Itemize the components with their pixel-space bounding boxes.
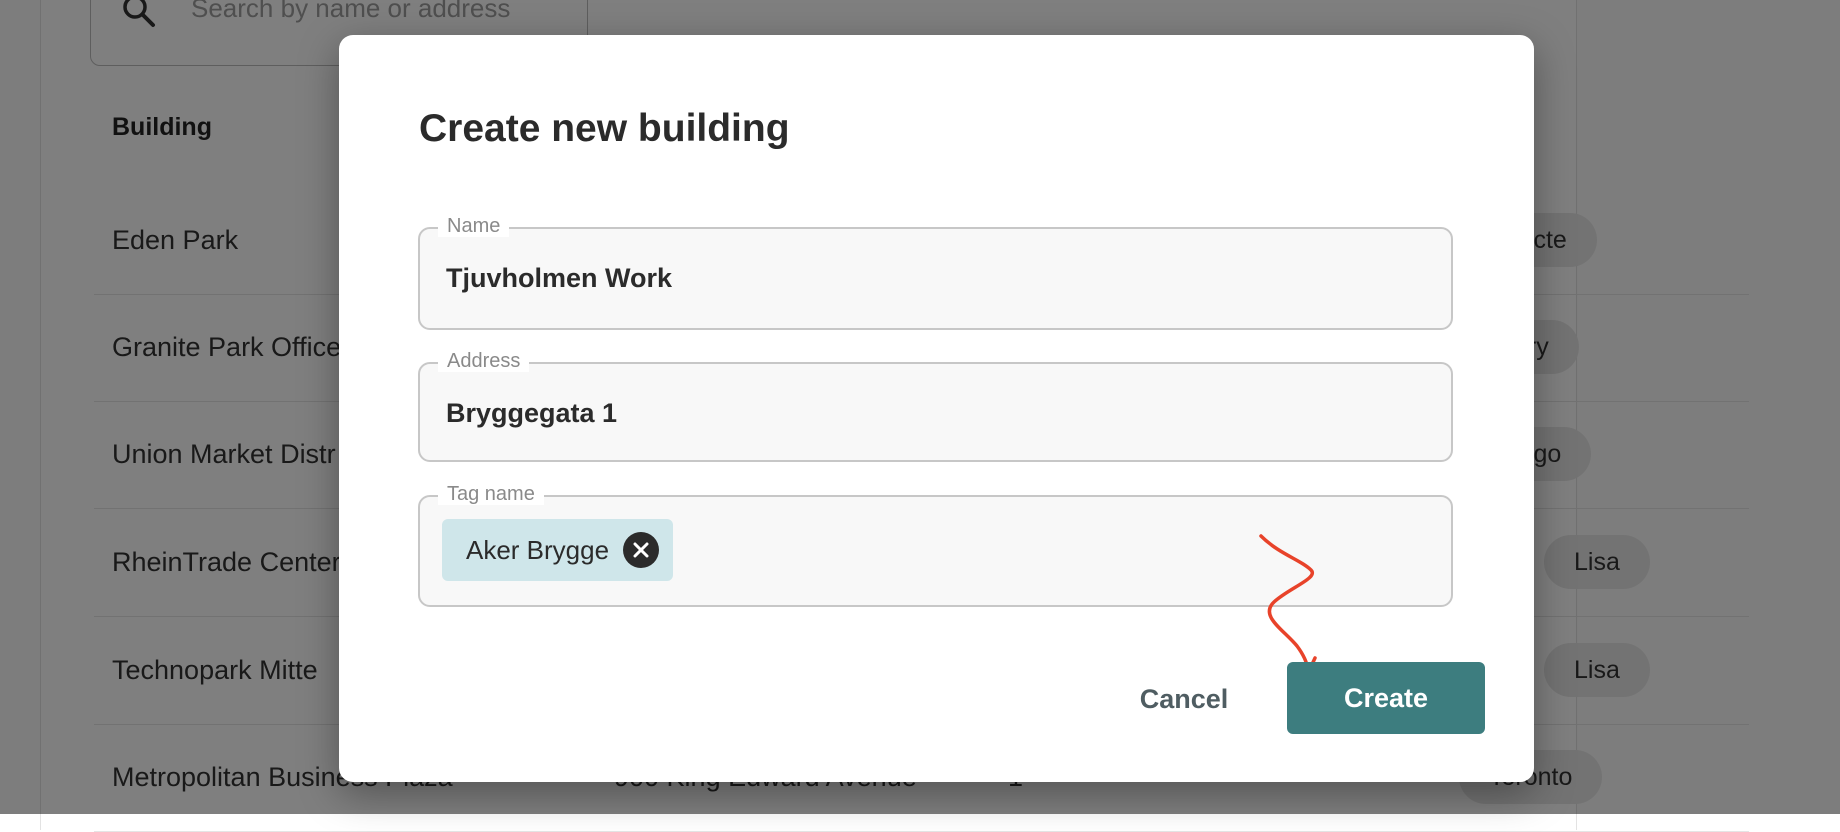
address-field[interactable]: Address xyxy=(418,350,1453,462)
tag-chip: Aker Brygge xyxy=(442,519,674,581)
name-input[interactable] xyxy=(446,263,1426,294)
tag-name-field[interactable]: Tag name Aker Brygge xyxy=(418,483,1453,607)
tag-name-field-label: Tag name xyxy=(438,483,544,505)
create-building-dialog: Create new building Name Address Tag nam… xyxy=(339,35,1534,782)
tag-chip-label: Aker Brygge xyxy=(466,534,610,565)
address-input[interactable] xyxy=(446,398,1426,429)
name-field[interactable]: Name xyxy=(418,215,1453,330)
dialog-title: Create new building xyxy=(419,107,790,150)
address-field-label: Address xyxy=(438,350,530,372)
cancel-button[interactable]: Cancel xyxy=(1109,664,1259,734)
close-circle-icon[interactable] xyxy=(623,532,660,568)
name-field-label: Name xyxy=(438,215,510,237)
create-button[interactable]: Create xyxy=(1287,662,1485,734)
